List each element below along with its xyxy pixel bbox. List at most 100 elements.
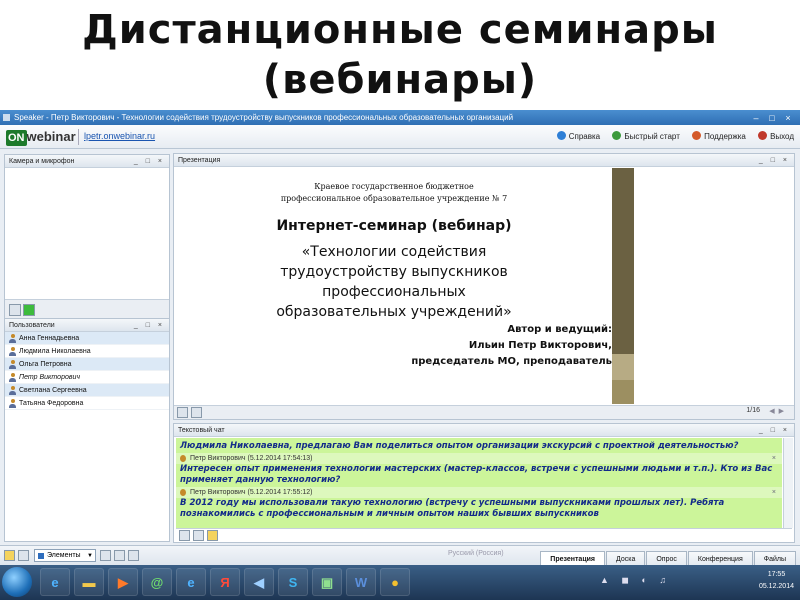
support-label: Поддержка	[704, 132, 746, 141]
chat-panel-title: Текстовый чат	[178, 427, 225, 434]
layout-button-3[interactable]	[128, 550, 139, 561]
windows-taskbar: e ▬ ▶ @ e Я ◀ S ▣ W ● ▲ ◼ ◐ ♫ 17:55 05.12.2014	[0, 565, 800, 600]
chrome-icon[interactable]: ●	[380, 568, 410, 596]
slide-decoration-block	[612, 354, 634, 380]
camera-panel-header: Камера и микрофон _ □ ×	[5, 155, 169, 168]
users-panel-header: Пользователи _ □ ×	[5, 319, 169, 332]
page-indicator: 1/16	[746, 407, 760, 414]
word-icon[interactable]: W	[346, 568, 376, 596]
exit-label: Выход	[770, 132, 794, 141]
skype-icon[interactable]: S	[278, 568, 308, 596]
slide-author-role: председатель МО, преподаватель	[411, 356, 612, 367]
slide-topic-line1: «Технологии содействия	[301, 244, 487, 260]
image-viewer-icon[interactable]: ▣	[312, 568, 342, 596]
users-panel-controls[interactable]: _ □ ×	[134, 319, 165, 332]
user-list-item[interactable]: Анна Геннадьевна	[5, 332, 169, 345]
app-window-icon	[3, 114, 10, 121]
chat-input-bar	[176, 528, 792, 542]
slide-org-line2: профессиональное образовательное учрежде…	[280, 194, 508, 203]
camera-panel-controls[interactable]: _ □ ×	[134, 155, 165, 168]
slide-topic-line3: профессиональных	[322, 284, 466, 300]
chat-panel: Текстовый чат _ □ × Людмила Николаевна, …	[173, 423, 795, 543]
logo-on: ON	[6, 130, 27, 146]
folder-icon[interactable]: ▬	[74, 568, 104, 596]
chat-message-header: Петр Викторович (5.12.2014 17:55:12) ×	[176, 487, 782, 498]
chat-panel-controls[interactable]: _ □ ×	[759, 424, 790, 437]
user-icon	[9, 347, 16, 356]
chat-font-button[interactable]	[193, 530, 204, 541]
system-tray[interactable]: ▲ ◼ ◐ ♫	[600, 575, 671, 586]
upload-presentation-button[interactable]	[177, 407, 188, 418]
close-window-button[interactable]: ×	[780, 111, 796, 125]
taskbar-clock[interactable]: 17:55 05.12.2014	[759, 569, 794, 593]
elements-label: Элементы	[47, 552, 81, 559]
user-name: Анна Геннадьевна	[19, 335, 80, 342]
layout-button-2[interactable]	[114, 550, 125, 561]
slide-title: Дистанционные семинары (вебинары)	[0, 0, 800, 110]
layout-button-1[interactable]	[100, 550, 111, 561]
chat-message: В 2012 году мы использовали такую технол…	[180, 498, 725, 519]
chat-format-button[interactable]	[179, 530, 190, 541]
camera-start-button[interactable]	[23, 304, 35, 316]
slide-author-name: Ильин Петр Викторович,	[468, 340, 612, 351]
emoticon-button[interactable]	[207, 530, 218, 541]
slide-org-line1: Краевое государственное бюджетное	[314, 182, 474, 191]
presentation-toolbar: 1/16 ◀▶	[174, 405, 794, 419]
users-panel-title: Пользователи	[9, 322, 55, 329]
help-icon	[556, 131, 566, 140]
slide-author-label: Автор и ведущий:	[507, 324, 612, 335]
quick-start-button[interactable]: Быстрый старт	[612, 131, 680, 141]
help-label: Справка	[568, 132, 601, 141]
user-name: Ольга Петровна	[19, 361, 72, 368]
window-titlebar[interactable]: Speaker - Петр Викторович - Технологии с…	[0, 110, 800, 125]
presentation-panel-controls[interactable]: _ □ ×	[759, 154, 790, 167]
user-icon	[9, 360, 16, 369]
support-button[interactable]: Поддержка	[692, 131, 746, 141]
chat-message-header: Петр Викторович (5.12.2014 17:54:13) ×	[176, 453, 782, 464]
user-list-item[interactable]: Ольга Петровна	[5, 358, 169, 371]
user-name: Татьяна Федоровна	[19, 400, 84, 407]
ie-icon-2[interactable]: e	[176, 568, 206, 596]
toolbar-divider	[78, 129, 79, 145]
user-list-item[interactable]: Петр Викторович	[5, 371, 169, 384]
user-icon	[9, 373, 16, 382]
maximize-button[interactable]: □	[764, 111, 780, 125]
quick-start-icon	[612, 131, 622, 140]
media-player-icon[interactable]: ▶	[108, 568, 138, 596]
lock-button[interactable]	[4, 550, 15, 561]
tools-button[interactable]	[18, 550, 29, 561]
language-indicator: Русский (Россия)	[448, 550, 504, 557]
user-list-item[interactable]: Людмила Николаевна	[5, 345, 169, 358]
slide-topic-line4: образовательных учреждений»	[276, 304, 512, 320]
delete-message-icon[interactable]: ×	[772, 487, 776, 498]
yandex-icon[interactable]: Я	[210, 568, 240, 596]
chat-message: Интересен опыт применения технологии мас…	[180, 464, 773, 485]
presentation-options-button[interactable]	[191, 407, 202, 418]
slide-nav-buttons[interactable]: ◀▶	[769, 407, 788, 415]
ie-icon[interactable]: e	[40, 568, 70, 596]
quick-start-label: Быстрый старт	[624, 132, 680, 141]
chat-scrollbar[interactable]	[783, 438, 793, 528]
user-list-item[interactable]: Татьяна Федоровна	[5, 397, 169, 410]
user-name: Людмила Николаевна	[19, 348, 91, 355]
sound-icon[interactable]: ◀	[244, 568, 274, 596]
exit-button[interactable]: Выход	[758, 131, 794, 141]
chat-panel-header: Текстовый чат _ □ ×	[174, 424, 794, 437]
minimize-button[interactable]: –	[748, 111, 764, 125]
user-list-item[interactable]: Светлана Сергеевна	[5, 384, 169, 397]
camera-settings-button[interactable]	[9, 304, 21, 316]
mail-icon[interactable]: @	[142, 568, 172, 596]
camera-panel: Камера и микрофон _ □ ×	[4, 154, 170, 322]
delete-message-icon[interactable]: ×	[772, 453, 776, 464]
user-icon	[9, 386, 16, 395]
chat-messages: Людмила Николаевна, предлагаю Вам подели…	[176, 438, 782, 528]
site-link[interactable]: lpetr.onwebinar.ru	[84, 131, 155, 141]
help-button[interactable]: Справка	[556, 131, 601, 141]
start-button[interactable]	[2, 567, 32, 597]
elements-dropdown[interactable]: Элементы ▼	[34, 549, 96, 562]
clock-time: 17:55	[767, 571, 786, 578]
slide-title-line1: Дистанционные семинары	[82, 7, 718, 53]
slide-decoration-block	[612, 380, 634, 404]
slide-title-line2: (вебинары)	[262, 57, 538, 103]
window-controls: – □ ×	[748, 111, 796, 125]
